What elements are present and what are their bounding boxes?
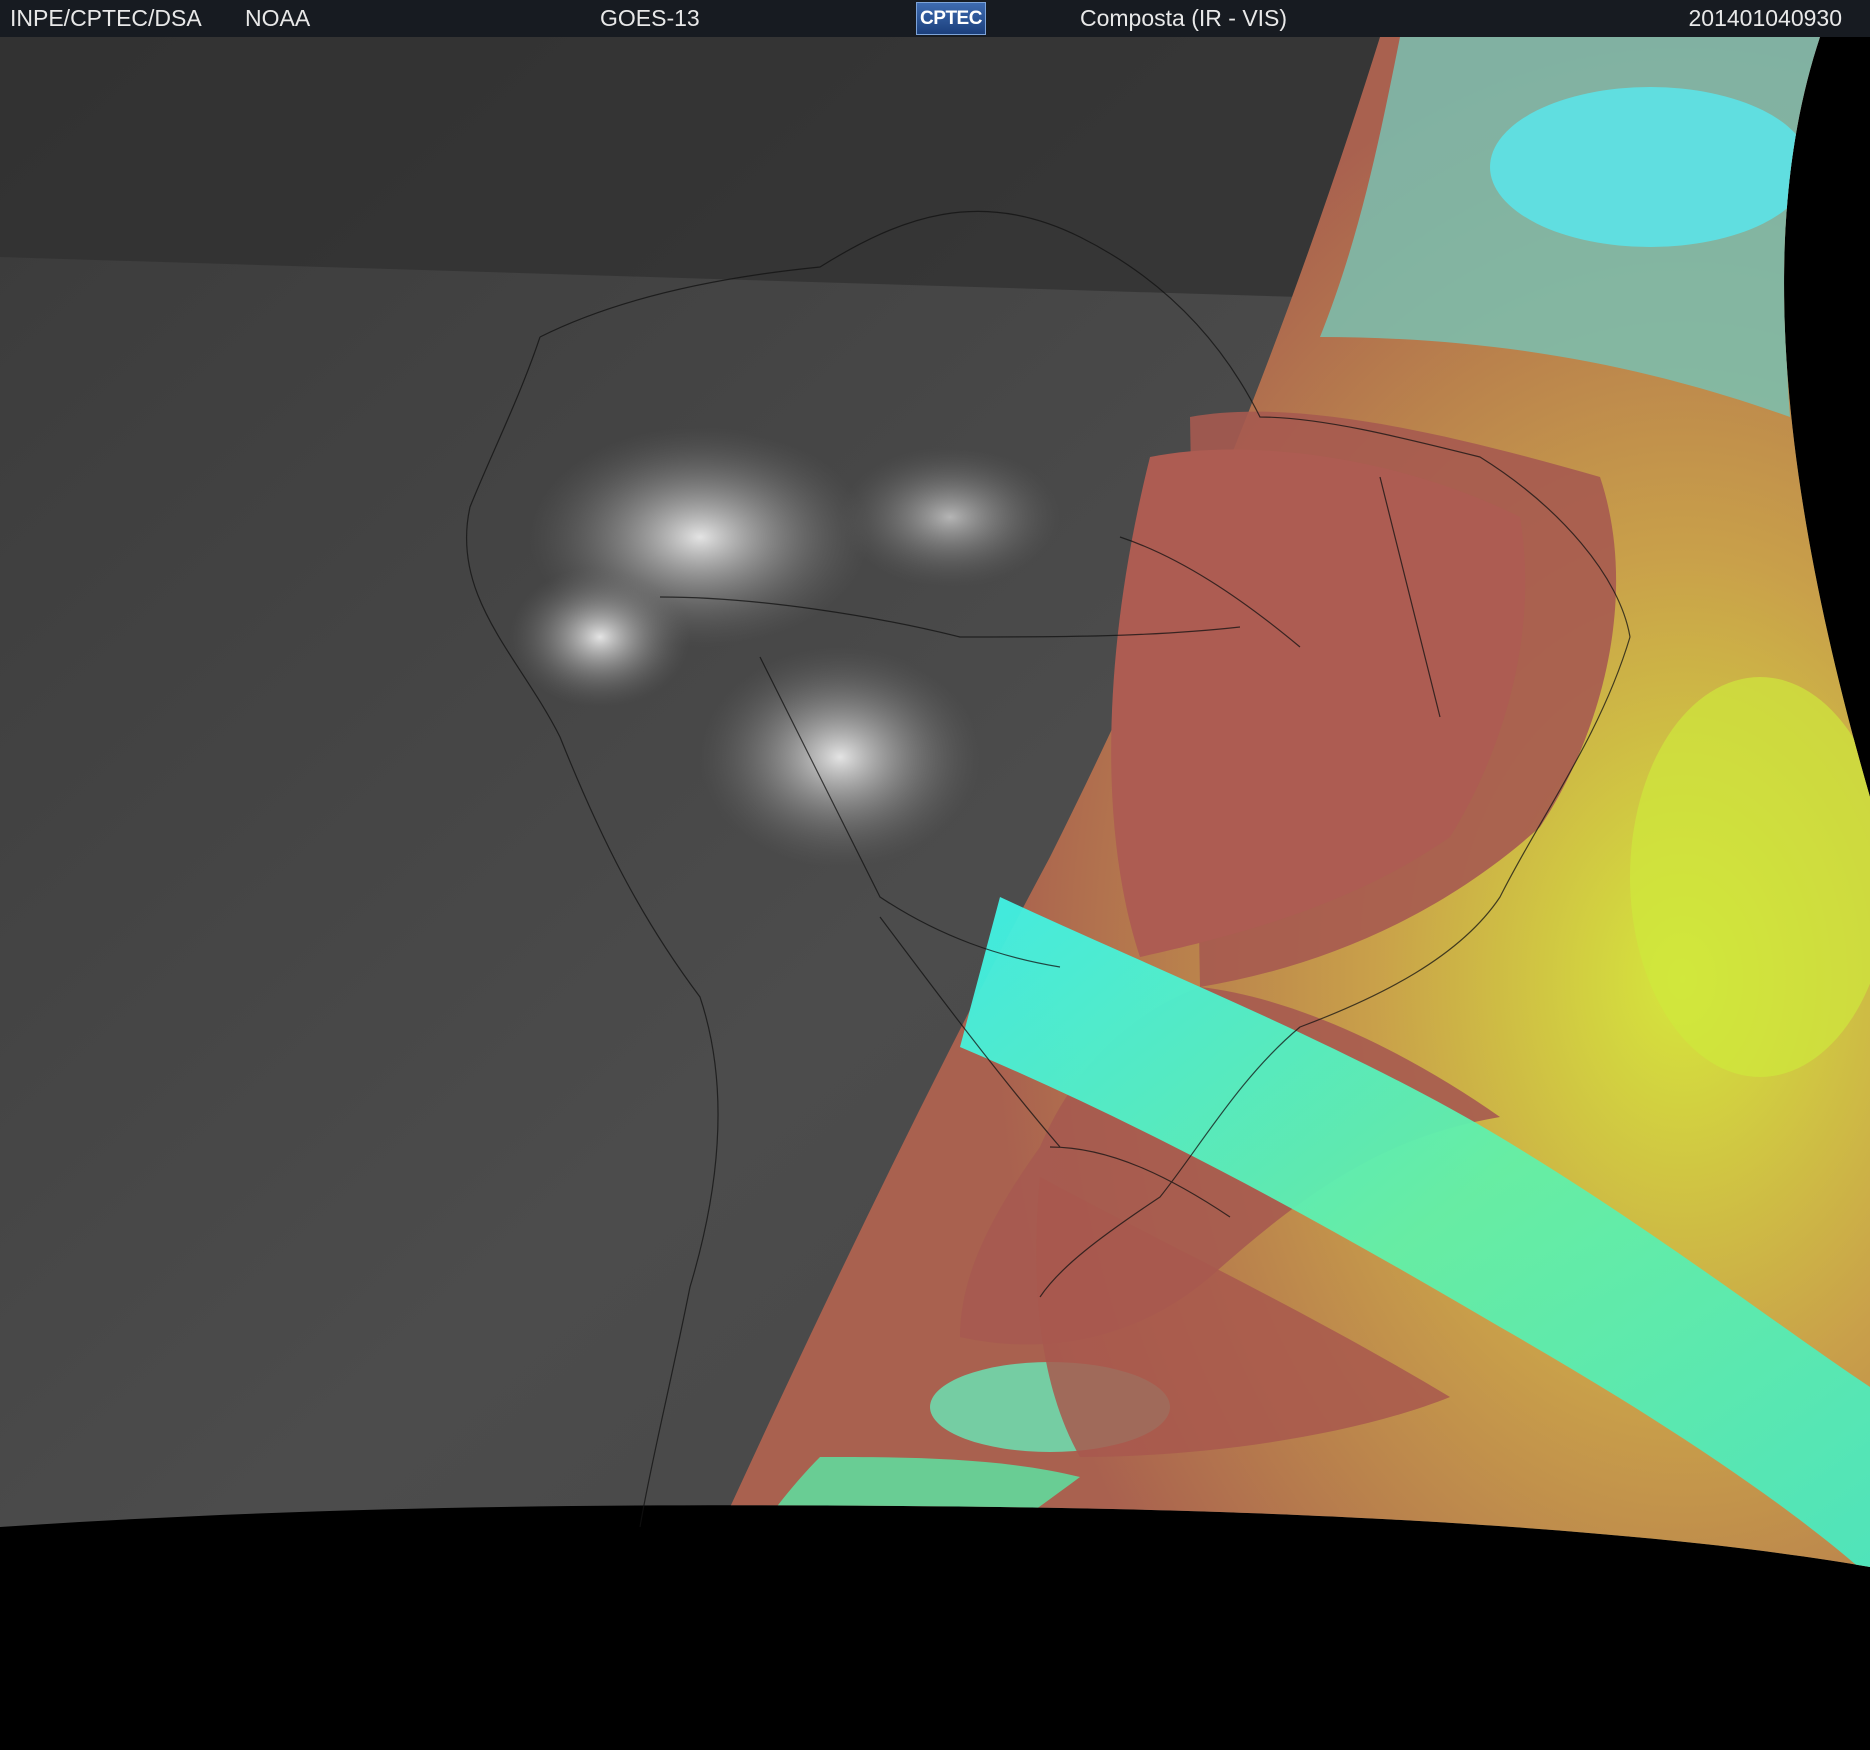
partner-label: NOAA bbox=[245, 5, 311, 31]
satellite-image-frame: INPE/CPTEC/DSA NOAA GOES-13 CPTEC Compos… bbox=[0, 0, 1870, 1750]
agency-label: INPE/CPTEC/DSA bbox=[10, 5, 202, 31]
cptec-logo: CPTEC bbox=[916, 2, 986, 35]
image-header-bar: INPE/CPTEC/DSA NOAA GOES-13 CPTEC Compos… bbox=[0, 0, 1870, 37]
product-label: Composta (IR - VIS) bbox=[1080, 5, 1288, 31]
satellite-composite-image bbox=[0, 37, 1870, 1750]
satellite-label: GOES-13 bbox=[600, 5, 700, 31]
timestamp-label: 201401040930 bbox=[1688, 5, 1843, 31]
